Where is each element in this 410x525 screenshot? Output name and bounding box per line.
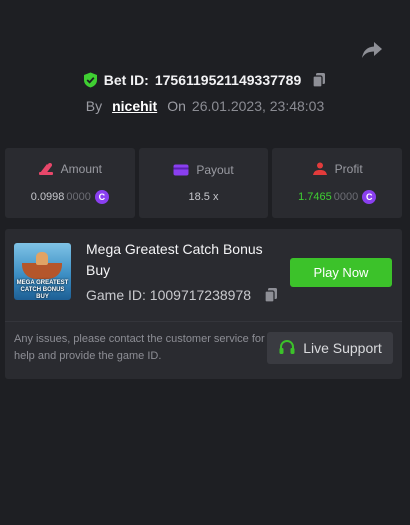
profit-value-trailing: 0000 bbox=[333, 191, 359, 203]
support-text: Any issues, please contact the customer … bbox=[14, 333, 265, 362]
profit-label: Profit bbox=[334, 162, 363, 176]
bet-id-row: Bet ID: 1756119521149337789 bbox=[0, 70, 410, 90]
amount-icon bbox=[38, 162, 54, 176]
copy-icon[interactable] bbox=[311, 72, 327, 88]
live-support-button[interactable]: Live Support bbox=[267, 332, 393, 364]
game-id-label: Game ID: bbox=[86, 287, 146, 303]
bet-id-label: Bet ID: bbox=[103, 72, 149, 88]
headset-icon bbox=[278, 339, 296, 357]
bet-stats: Amount 0.0998 0000 C Payout 18.5 x Profit… bbox=[5, 148, 403, 218]
shield-check-icon bbox=[83, 72, 98, 88]
share-icon bbox=[361, 41, 383, 64]
amount-value-trailing: 0000 bbox=[66, 191, 91, 203]
thumbnail-title: MEGA GREATEST CATCH BONUS BUY bbox=[16, 280, 69, 300]
payout-label: Payout bbox=[196, 163, 234, 177]
payout-value: 18.5 x bbox=[188, 191, 219, 203]
game-id-value: 1009717238978 bbox=[149, 287, 252, 303]
game-card: MEGA GREATEST CATCH BONUS BUY Mega Great… bbox=[5, 229, 402, 379]
live-support-label: Live Support bbox=[303, 340, 382, 356]
profit-icon bbox=[312, 162, 328, 176]
payout-stat: Payout 18.5 x bbox=[138, 148, 269, 218]
coin-icon: C bbox=[362, 190, 377, 204]
bet-datetime: 26.01.2023, 23:48:03 bbox=[191, 98, 325, 114]
amount-value: 0.0998 bbox=[30, 191, 65, 203]
username-link[interactable]: nicehit bbox=[112, 98, 157, 114]
boat-shape bbox=[22, 263, 62, 279]
profit-stat: Profit 1.7465 0000 C bbox=[272, 148, 403, 218]
on-label: On bbox=[167, 98, 186, 114]
bet-id-value: 1756119521149337789 bbox=[154, 72, 302, 88]
game-thumbnail[interactable]: MEGA GREATEST CATCH BONUS BUY bbox=[14, 243, 71, 300]
fisher-shape bbox=[36, 252, 48, 265]
play-now-button[interactable]: Play Now bbox=[290, 258, 392, 287]
divider bbox=[5, 321, 402, 322]
game-id-row: Game ID: 1009717238978 bbox=[86, 286, 286, 304]
amount-stat: Amount 0.0998 0000 C bbox=[5, 148, 135, 218]
coin-icon: C bbox=[94, 190, 109, 204]
profit-value: 1.7465 bbox=[298, 191, 332, 203]
game-title: Mega Greatest Catch Bonus Buy bbox=[86, 241, 263, 278]
share-button[interactable] bbox=[360, 41, 384, 63]
amount-label: Amount bbox=[60, 162, 103, 176]
author-row: By nicehit On 26.01.2023, 23:48:03 bbox=[0, 96, 410, 116]
copy-icon[interactable] bbox=[263, 287, 279, 303]
wallet-icon bbox=[173, 163, 189, 177]
by-label: By bbox=[85, 98, 103, 114]
